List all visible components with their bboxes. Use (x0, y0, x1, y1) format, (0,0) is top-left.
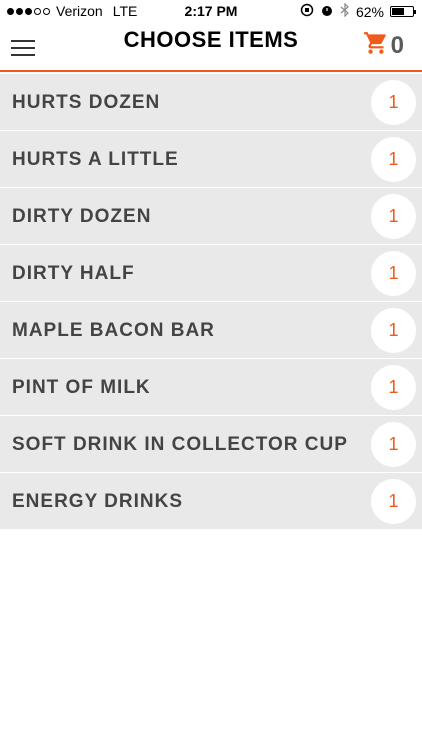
quantity-badge[interactable]: 1 (371, 422, 416, 467)
quantity-badge[interactable]: 1 (371, 194, 416, 239)
item-name: DIRTY HALF (12, 263, 135, 284)
quantity-badge[interactable]: 1 (371, 80, 416, 125)
status-right: 62% (300, 2, 416, 20)
battery-icon (390, 6, 416, 17)
quantity-badge[interactable]: 1 (371, 365, 416, 410)
rotation-lock-icon (300, 3, 314, 20)
list-item[interactable]: MAPLE BACON BAR 1 (0, 302, 422, 359)
item-name: SOFT DRINK IN COLLECTOR CUP (12, 434, 348, 455)
list-item[interactable]: DIRTY DOZEN 1 (0, 188, 422, 245)
list-item[interactable]: PINT OF MILK 1 (0, 359, 422, 416)
list-item[interactable]: SOFT DRINK IN COLLECTOR CUP 1 (0, 416, 422, 473)
alarm-icon (320, 3, 334, 20)
list-item[interactable]: DIRTY HALF 1 (0, 245, 422, 302)
item-list: HURTS DOZEN 1 HURTS A LITTLE 1 DIRTY DOZEN 1 D… (0, 74, 422, 530)
item-name: PINT OF MILK (12, 377, 151, 398)
page-title: CHOOSE ITEMS (123, 27, 299, 52)
item-name: HURTS DOZEN (12, 92, 161, 113)
quantity-badge[interactable]: 1 (371, 308, 416, 353)
quantity-badge[interactable]: 1 (371, 137, 416, 182)
list-item[interactable]: HURTS DOZEN 1 (0, 74, 422, 131)
item-name: HURTS A LITTLE (12, 149, 179, 170)
list-item[interactable]: HURTS A LITTLE 1 (0, 131, 422, 188)
cart-button[interactable]: 0 (363, 30, 404, 61)
cart-count: 0 (390, 31, 404, 59)
bluetooth-icon (340, 2, 350, 20)
cart-icon (363, 30, 389, 61)
battery-level (392, 8, 405, 15)
status-bar: Verizon LTE 2:17 PM 62% (0, 0, 422, 24)
item-name: MAPLE BACON BAR (12, 320, 215, 341)
battery-percent: 62% (355, 3, 384, 20)
nav-bar: CHOOSE ITEMS 0 (0, 24, 422, 72)
item-name: ENERGY DRINKS (12, 491, 184, 512)
list-item[interactable]: ENERGY DRINKS 1 (0, 473, 422, 530)
quantity-badge[interactable]: 1 (371, 479, 416, 524)
quantity-badge[interactable]: 1 (371, 251, 416, 296)
item-name: DIRTY DOZEN (12, 206, 152, 227)
